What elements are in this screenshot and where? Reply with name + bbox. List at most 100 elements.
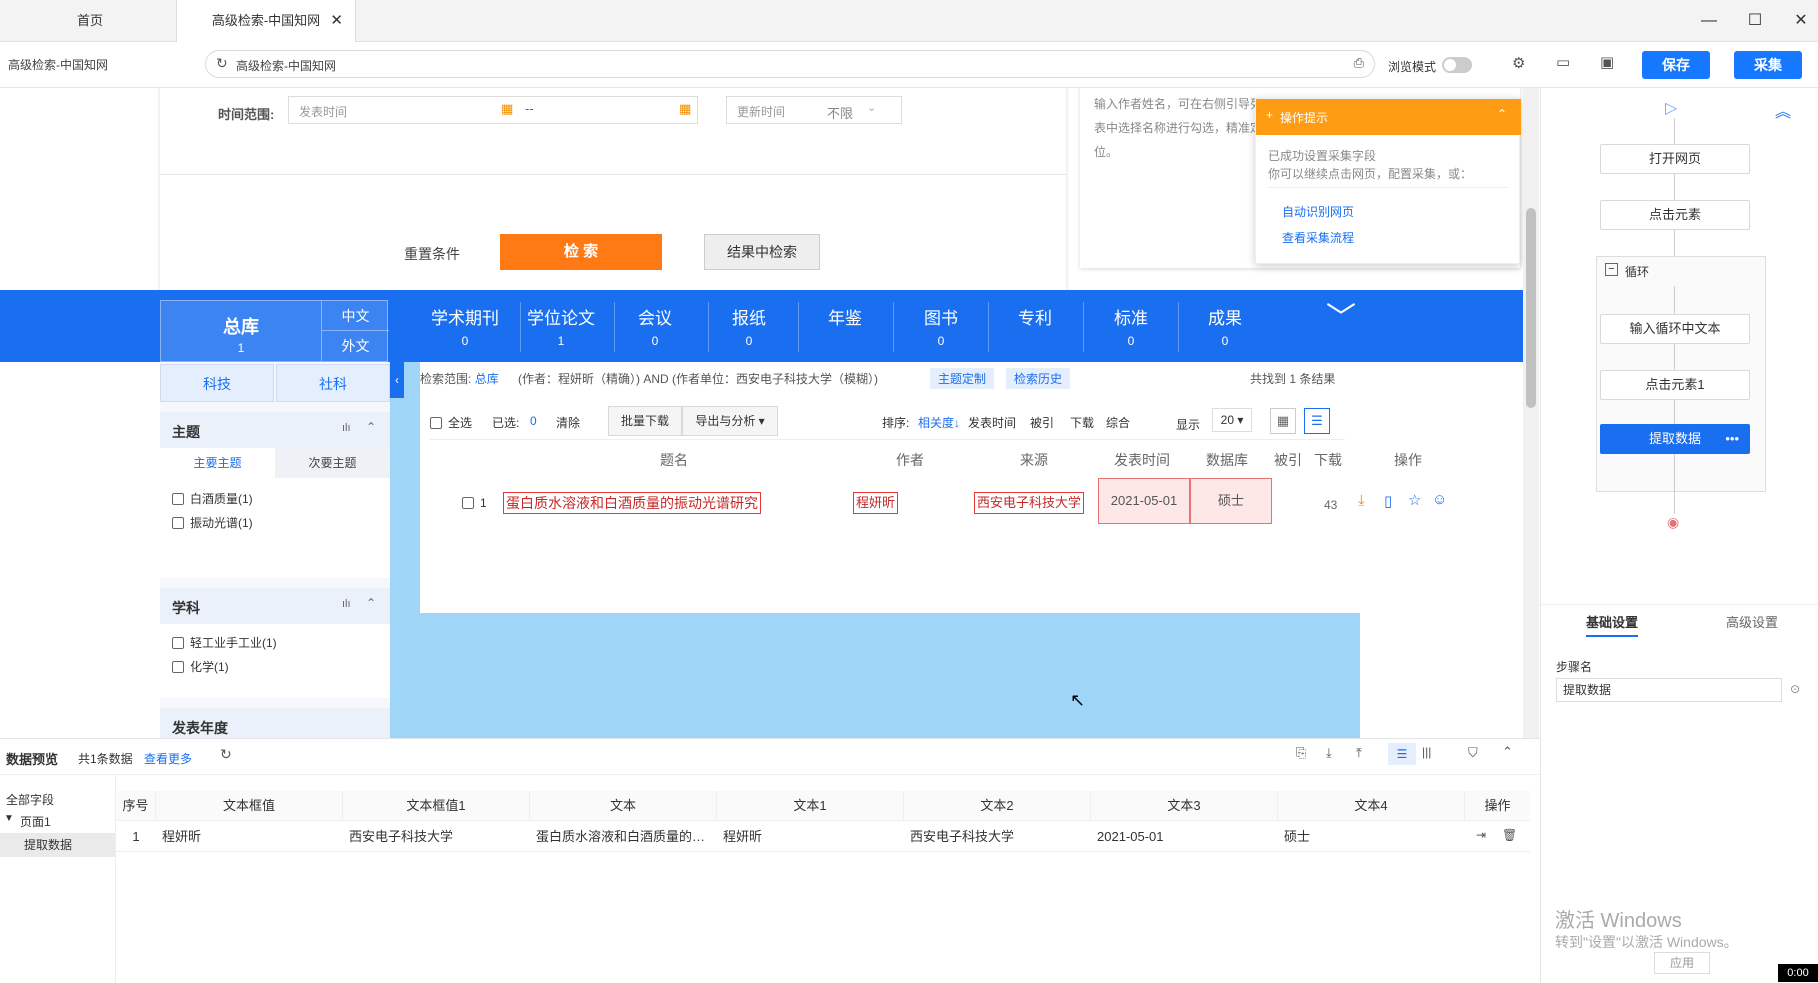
caret-down-icon[interactable]: ▼ [4, 813, 14, 824]
flow-step-extract-data[interactable]: 提取数据 ••• [1600, 424, 1750, 454]
minimize-icon[interactable]: — [1696, 8, 1722, 34]
checkbox[interactable] [430, 417, 442, 429]
gear-icon[interactable]: ⚙ [1512, 54, 1525, 72]
upload-icon[interactable]: ⤒ [1356, 745, 1362, 761]
apply-button[interactable]: 应用 [1654, 952, 1710, 974]
result-database[interactable]: 硕士 [1190, 478, 1272, 524]
sort-overall[interactable]: 综合 [1106, 414, 1130, 431]
page-size-select[interactable]: 20 ▾ [1212, 408, 1252, 432]
auto-detect-link[interactable]: 自动识别网页 [1282, 203, 1354, 220]
browse-mode-toggle[interactable] [1442, 57, 1472, 73]
result-author[interactable]: 程妍昕 [853, 492, 899, 514]
nav-standard[interactable]: 标准 0 [1086, 304, 1176, 348]
filter-icon[interactable]: ⛉ [1468, 745, 1478, 761]
more-icon[interactable]: ••• [1725, 425, 1739, 453]
locate-icon[interactable]: ⇥ [1476, 828, 1486, 842]
nav-newspaper[interactable]: 报纸 0 [704, 304, 794, 348]
nav-achievement[interactable]: 成果 0 [1180, 304, 1270, 348]
update-time-select[interactable]: 更新时间 不限 ⌄ [726, 96, 902, 124]
chart-icon[interactable]: ılı [342, 422, 351, 434]
flow-step-click-element[interactable]: 点击元素 [1600, 200, 1750, 230]
tab-home[interactable]: 首页 [40, 0, 140, 42]
tab-social[interactable]: 社科 [276, 364, 390, 402]
sort-download[interactable]: 下载 [1070, 414, 1094, 431]
checkbox[interactable] [172, 661, 184, 673]
calendar-icon[interactable]: ▦ [501, 101, 513, 117]
flow-step-click-element-1[interactable]: 点击元素1 [1600, 370, 1750, 400]
maximize-icon[interactable]: ☐ [1742, 8, 1768, 34]
lang-foreign[interactable]: 外文 [321, 331, 389, 361]
table-row[interactable]: 1 [462, 496, 487, 510]
publish-date-range[interactable]: 发表时间 ▦ -- ▦ [288, 96, 698, 124]
quote-icon[interactable]: ☺ [1432, 491, 1447, 508]
search-history-button[interactable]: 检索历史 [1006, 368, 1071, 389]
topic-custom-button[interactable]: 主题定制 [930, 368, 995, 389]
filter-item[interactable]: 白酒质量(1) [172, 490, 253, 507]
download-icon[interactable]: ⤓ [1326, 745, 1332, 761]
tab-advanced-settings[interactable]: 高级设置 [1726, 612, 1778, 631]
chart-icon[interactable]: ılı [342, 598, 351, 610]
nav-patent[interactable]: 专利 [990, 304, 1080, 334]
close-tab-icon[interactable]: ✕ [330, 0, 343, 42]
view-more-link[interactable]: 查看更多 [144, 750, 192, 767]
search-in-results-button[interactable]: 结果中检索 [704, 234, 820, 270]
collapse-icon[interactable]: ⌃ [1502, 744, 1513, 760]
nav-books[interactable]: 图书 0 [896, 304, 986, 348]
clear-button[interactable]: 清除 [556, 414, 580, 431]
nav-total[interactable]: 总库 1 中文 外文 [160, 300, 389, 362]
sort-relevance[interactable]: 相关度↓ [918, 414, 960, 431]
save-button[interactable]: 保存 [1642, 51, 1710, 79]
collapse-up-icon[interactable]: ︽ [1775, 98, 1791, 122]
tab-basic-settings[interactable]: 基础设置 [1586, 612, 1639, 637]
filter-item[interactable]: 轻工业手工业(1) [172, 634, 277, 651]
collapse-icon[interactable]: ⌃ [1497, 107, 1507, 121]
page-scrollbar[interactable] [1523, 88, 1539, 738]
delete-icon[interactable]: 🗑 [1502, 828, 1517, 842]
checkbox[interactable] [172, 493, 184, 505]
url-box[interactable]: ↻ 高级检索-中国知网 ⎙ [205, 50, 1375, 78]
tree-all-fields[interactable]: 全部字段 [6, 791, 54, 808]
checkbox[interactable] [172, 637, 184, 649]
sort-date[interactable]: 发表时间 [968, 414, 1016, 431]
checkbox[interactable] [462, 497, 474, 509]
search-button[interactable]: 检 索 [500, 234, 662, 270]
help-icon[interactable]: ⊙ [1790, 682, 1800, 696]
window-icon[interactable]: ▣ [1600, 53, 1614, 71]
favorite-icon[interactable]: ☆ [1408, 491, 1421, 509]
secondary-topic-tab[interactable]: 次要主题 [275, 448, 390, 478]
read-icon[interactable]: ▯ [1384, 492, 1392, 510]
expand-more-icon[interactable]: ﹀ [1326, 304, 1356, 334]
collapse-loop-icon[interactable]: − [1605, 263, 1618, 276]
nav-yearbook[interactable]: 年鉴 [800, 304, 890, 334]
refresh-icon[interactable]: ↻ [220, 746, 232, 763]
lang-chinese[interactable]: 中文 [321, 301, 389, 331]
filter-item[interactable]: 化学(1) [172, 658, 229, 675]
sort-cited[interactable]: 被引 [1030, 414, 1054, 431]
select-all[interactable]: 全选 [430, 414, 472, 431]
collect-button[interactable]: 采集 [1734, 51, 1802, 79]
reset-button[interactable]: 重置条件 [404, 244, 460, 264]
filter-item[interactable]: 振动光谱(1) [172, 514, 253, 531]
tree-page[interactable]: 页面1 [20, 813, 51, 830]
flow-step-input-loop-text[interactable]: 输入循环中文本 [1600, 314, 1750, 344]
step-name-input[interactable]: 提取数据 [1556, 678, 1782, 702]
tab-advanced-search[interactable]: 高级检索-中国知网 ✕ [176, 0, 356, 42]
list-view-icon[interactable]: ☰ [1304, 408, 1330, 434]
refresh-icon[interactable]: ↻ [216, 55, 228, 72]
nav-journal[interactable]: 学术期刊 0 [420, 304, 510, 348]
result-date[interactable]: 2021-05-01 [1098, 478, 1190, 524]
batch-download-button[interactable]: 批量下载 [608, 406, 682, 436]
calendar-icon[interactable]: ▦ [679, 101, 691, 117]
result-title[interactable]: 蛋白质水溶液和白酒质量的振动光谱研究 [503, 492, 761, 514]
main-topic-tab[interactable]: 主要主题 [160, 448, 275, 478]
tab-science[interactable]: 科技 [160, 364, 274, 402]
nav-conference[interactable]: 会议 0 [610, 304, 700, 348]
view-flow-link[interactable]: 查看采集流程 [1282, 229, 1354, 246]
export-analysis-button[interactable]: 导出与分析 ▾ [682, 406, 778, 436]
column-view-icon[interactable]: ||| [1422, 745, 1431, 759]
import-icon[interactable]: ⎘ [1296, 745, 1306, 761]
checkbox[interactable] [172, 517, 184, 529]
close-window-icon[interactable]: ✕ [1788, 8, 1814, 34]
nav-thesis[interactable]: 学位论文 1 [516, 304, 606, 348]
collapse-icon[interactable]: ⌃ [366, 420, 376, 434]
